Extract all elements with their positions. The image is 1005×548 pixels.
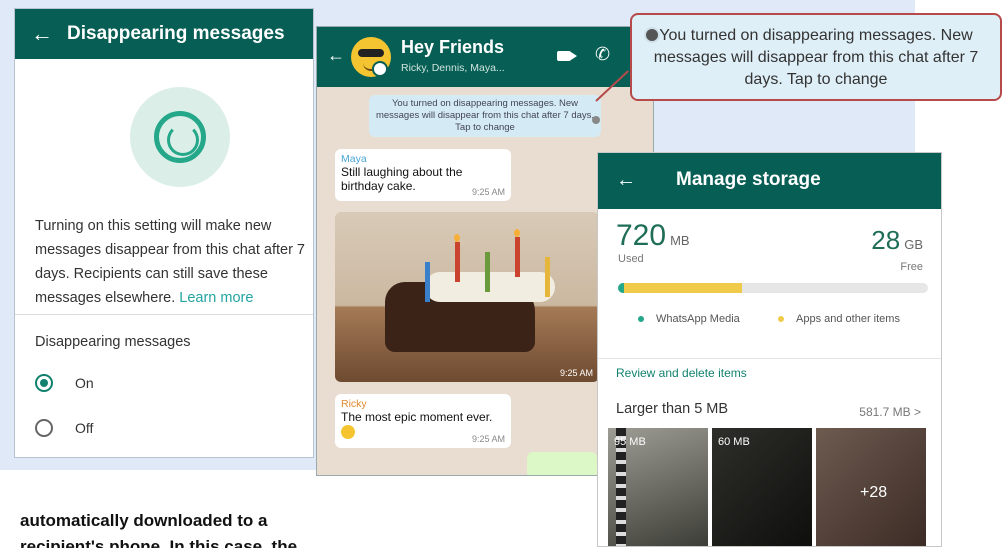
- article-text: automatically downloaded to a recipient'…: [20, 508, 297, 548]
- message-time: 9:25 AM: [559, 368, 593, 378]
- message-sender: Maya: [341, 153, 367, 165]
- message-time: 9:25 AM: [471, 434, 505, 444]
- radio-label: On: [75, 375, 94, 391]
- learn-more-link[interactable]: Learn more: [179, 290, 253, 306]
- radio-unchecked-icon[interactable]: [35, 419, 53, 437]
- chevron-right-icon: >: [913, 405, 921, 419]
- manage-storage-screen: ← Manage storage 720 MB Used 28 GB Free Wh…: [597, 152, 942, 547]
- message-time: 9:25 AM: [471, 187, 505, 197]
- screen-header: ← Disappearing messages: [15, 9, 313, 59]
- cake-cream: [425, 272, 555, 302]
- back-arrow-icon[interactable]: ←: [31, 21, 67, 47]
- zoom-callout: You turned on disappearing messages. New…: [630, 13, 1002, 101]
- screen-title: Disappearing messages: [67, 23, 285, 44]
- phone-call-icon[interactable]: ✆: [595, 44, 610, 65]
- laughing-emoji-icon: [341, 424, 355, 439]
- back-arrow-icon[interactable]: ←: [327, 45, 345, 66]
- article-line: automatically downloaded to a: [20, 511, 268, 530]
- free-label: Free: [900, 261, 923, 273]
- disappearing-messages-screen: ← Disappearing messages Turning on this …: [14, 8, 314, 458]
- free-storage: 28 GB: [871, 225, 923, 255]
- timer-icon: [130, 87, 230, 187]
- legend-item: WhatsApp Media: [638, 313, 740, 325]
- radio-option-off[interactable]: Off: [35, 419, 93, 437]
- message-sender: Ricky: [341, 398, 367, 410]
- callout-anchor: [592, 116, 600, 124]
- article-line: recipient's phone. In this case, the: [20, 537, 298, 548]
- apps-other-fill: [624, 283, 742, 293]
- divider: [598, 358, 941, 359]
- radio-checked-icon[interactable]: [35, 374, 53, 392]
- back-arrow-icon[interactable]: ←: [616, 169, 636, 192]
- message-bubble[interactable]: Maya Still laughing about the birthday c…: [335, 149, 511, 201]
- larger-than-5mb-row[interactable]: Larger than 5 MB: [616, 401, 728, 417]
- video-call-icon[interactable]: [557, 51, 577, 61]
- disappearing-timer-icon: [372, 61, 388, 77]
- media-thumbnail[interactable]: 60 MB: [712, 428, 812, 546]
- review-section-title: Review and delete items: [616, 366, 747, 380]
- chat-members: Ricky, Dennis, Maya...: [401, 62, 505, 74]
- legend-dot-icon: [638, 316, 644, 322]
- callout-text: You turned on disappearing messages. New…: [653, 27, 979, 88]
- section-label: Disappearing messages: [35, 334, 191, 350]
- used-label: Used: [618, 253, 644, 265]
- media-thumbnail[interactable]: 95 MB: [608, 428, 708, 546]
- radio-option-on[interactable]: On: [35, 374, 94, 392]
- used-storage: 720 MB: [616, 219, 690, 252]
- divider: [15, 314, 313, 315]
- screen-header: ← Manage storage: [598, 153, 941, 209]
- legend-dot-icon: [778, 316, 784, 322]
- outgoing-message-bubble[interactable]: [527, 452, 597, 475]
- media-thumbnail[interactable]: +28: [816, 428, 926, 546]
- legend-item: Apps and other items: [778, 313, 900, 325]
- photo-message[interactable]: 9:25 AM: [335, 212, 599, 382]
- screen-title: Manage storage: [676, 169, 821, 190]
- storage-usage-bar: [618, 283, 928, 293]
- disappearing-timer-icon: [644, 27, 660, 43]
- chat-header: ← Hey Friends Ricky, Dennis, Maya... ✆: [317, 27, 653, 87]
- system-message[interactable]: You turned on disappearing messages. New…: [369, 95, 601, 137]
- radio-label: Off: [75, 420, 94, 436]
- setting-description: Turning on this setting will make new me…: [35, 218, 305, 306]
- message-bubble[interactable]: Ricky The most epic moment ever. 9:25 AM: [335, 394, 511, 448]
- chat-name[interactable]: Hey Friends: [401, 37, 504, 58]
- larger-size[interactable]: 581.7 MB >: [859, 405, 921, 419]
